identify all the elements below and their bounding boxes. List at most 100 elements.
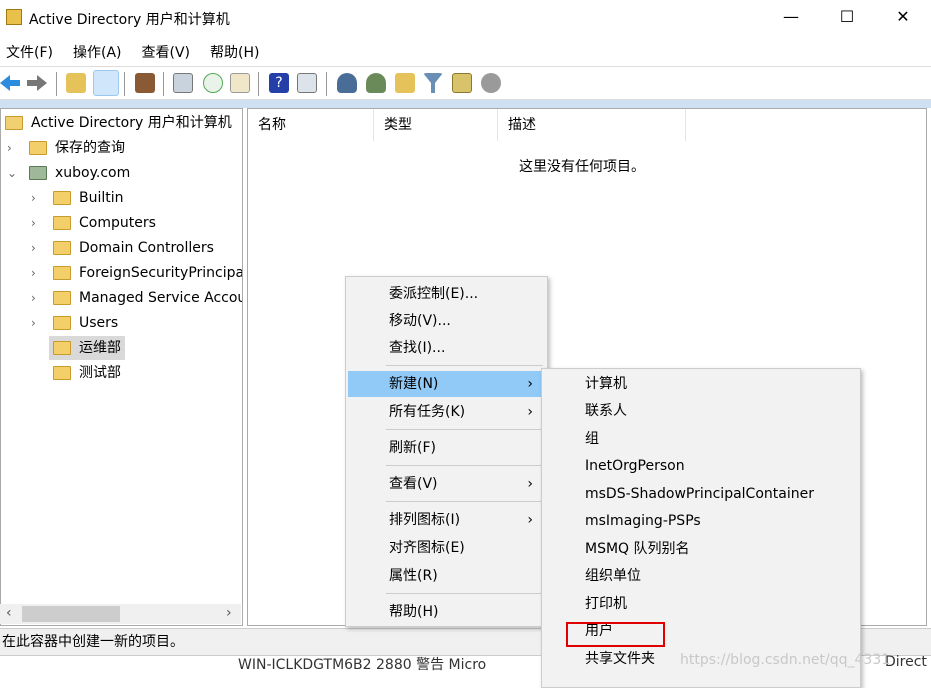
menu-item-properties[interactable]: 属性(R) — [348, 563, 545, 589]
submenu-item-contact[interactable]: 联系人 — [544, 398, 858, 425]
ou-folder-icon — [53, 341, 71, 355]
menu-separator — [386, 429, 543, 430]
window-title: Active Directory 用户和计算机 — [29, 12, 230, 28]
submenu-item-inetorgperson[interactable]: InetOrgPerson — [544, 453, 858, 480]
forward-icon[interactable] — [27, 75, 47, 91]
submenu-item-msimaging-psps[interactable]: msImaging-PSPs — [544, 508, 858, 535]
console-tree: Active Directory 用户和计算机 › 保存的查询 ⌄ xuboy.co… — [0, 108, 243, 626]
find-icon[interactable] — [452, 73, 472, 93]
toolbar: ? — [0, 66, 931, 100]
submenu-item-organizational-unit[interactable]: 组织单位 — [544, 563, 858, 590]
folder-icon — [53, 266, 71, 280]
menu-item-new[interactable]: 新建(N) › — [348, 371, 545, 397]
minimize-button[interactable]: — — [768, 0, 814, 34]
ad-icon — [5, 116, 23, 130]
menu-item-view[interactable]: 查看(V) › — [348, 471, 545, 497]
watermark: https://blog.csdn.net/qq_4331 — [680, 652, 891, 668]
menu-item-line-up-icons[interactable]: 对齐图标(E) — [348, 535, 545, 561]
tree-item-saved-queries[interactable]: › 保存的查询 — [7, 136, 125, 160]
scroll-left-icon[interactable]: ‹ — [6, 605, 12, 621]
column-header-name[interactable]: 名称 — [248, 109, 374, 141]
tree-label: 运维部 — [79, 340, 121, 356]
menu-item-arrange-icons[interactable]: 排列图标(I) › — [348, 507, 545, 533]
tree-item-users[interactable]: › Users — [31, 311, 118, 335]
tree-item-foreign-security-principals[interactable]: › ForeignSecurityPrincipals — [31, 261, 243, 285]
menu-item-refresh[interactable]: 刷新(F) — [348, 435, 545, 461]
action-pane-icon[interactable] — [297, 73, 317, 93]
submenu-item-msds-shadowprincipalcontainer[interactable]: msDS-ShadowPrincipalContainer — [544, 481, 858, 508]
menu-view[interactable]: 查看(V) — [136, 38, 197, 62]
horizontal-scrollbar[interactable]: ‹ › — [0, 604, 241, 624]
tree-item-test-dept[interactable]: 测试部 — [49, 361, 121, 385]
tree-item-domain-controllers[interactable]: › Domain Controllers — [31, 236, 214, 260]
background-text-right: Direct — [885, 654, 927, 670]
scroll-right-icon[interactable]: › — [226, 605, 232, 621]
chevron-right-icon: › — [527, 376, 533, 392]
submenu-item-msmq-queue-alias[interactable]: MSMQ 队列别名 — [544, 536, 858, 563]
column-header-description[interactable]: 描述 — [498, 109, 686, 141]
tree-root-label: Active Directory 用户和计算机 — [31, 115, 232, 131]
chevron-right-icon: › — [527, 476, 533, 492]
folder-icon — [53, 291, 71, 305]
folder-icon — [29, 141, 47, 155]
column-header-type[interactable]: 类型 — [374, 109, 498, 141]
delegate-icon[interactable] — [481, 73, 501, 93]
chevron-down-icon[interactable]: ⌄ — [7, 161, 19, 185]
toolbar-separator — [258, 72, 259, 96]
menu-action[interactable]: 操作(A) — [67, 38, 128, 62]
clipboard-icon[interactable] — [135, 73, 155, 93]
new-ou-icon[interactable] — [395, 73, 415, 93]
refresh-icon[interactable] — [203, 73, 223, 93]
tree-label: xuboy.com — [55, 165, 131, 181]
export-list-icon[interactable] — [230, 73, 250, 93]
new-user-icon[interactable] — [337, 73, 357, 93]
menu-file[interactable]: 文件(F) — [0, 38, 59, 62]
toolbar-separator — [163, 72, 164, 96]
tree-label: Builtin — [79, 190, 124, 206]
tree-item-ops-dept[interactable]: 运维部 — [49, 336, 125, 360]
tree-item-computers[interactable]: › Computers — [31, 211, 156, 235]
tree-root[interactable]: Active Directory 用户和计算机 — [5, 111, 232, 135]
properties-icon[interactable] — [173, 73, 193, 93]
menu-item-help[interactable]: 帮助(H) — [348, 599, 545, 625]
menu-item-label: 新建(N) — [389, 376, 439, 392]
new-group-icon[interactable] — [366, 73, 386, 93]
submenu-item-printer[interactable]: 打印机 — [544, 591, 858, 618]
highlight-callout-box — [566, 622, 665, 647]
menu-separator — [386, 593, 543, 594]
toolbar-separator — [56, 72, 57, 96]
folder-icon — [53, 216, 71, 230]
up-folder-icon[interactable] — [66, 73, 86, 93]
menu-separator — [386, 501, 543, 502]
tree-label: 保存的查询 — [55, 140, 125, 156]
show-hide-tree-icon[interactable] — [93, 70, 119, 96]
tree-item-builtin[interactable]: › Builtin — [31, 186, 124, 210]
chevron-right-icon: › — [527, 404, 533, 420]
back-icon[interactable] — [0, 75, 20, 91]
tree-label: ForeignSecurityPrincipals — [79, 265, 243, 281]
folder-icon — [53, 191, 71, 205]
maximize-button[interactable]: ☐ — [824, 0, 870, 34]
tree-label: Managed Service Accounts — [79, 290, 242, 306]
toolbar-separator — [326, 72, 327, 96]
tree-label: Users — [79, 315, 119, 331]
menu-bar: 文件(F) 操作(A) 查看(V) 帮助(H) — [0, 38, 931, 64]
context-menu: 委派控制(E)... 移动(V)... 查找(I)... 新建(N) › 所有任务… — [345, 276, 548, 627]
menu-item-move[interactable]: 移动(V)... — [348, 308, 545, 334]
tree-item-domain[interactable]: ⌄ xuboy.com — [7, 161, 130, 185]
tree-item-managed-service-accounts[interactable]: ›Managed Service Accounts — [31, 286, 242, 310]
close-button[interactable]: ✕ — [880, 0, 926, 34]
chevron-right-icon[interactable]: › — [7, 136, 19, 160]
scrollbar-thumb[interactable] — [22, 606, 120, 622]
filter-icon[interactable] — [423, 73, 443, 93]
ou-folder-icon — [53, 366, 71, 380]
help-icon[interactable]: ? — [269, 73, 289, 93]
menu-help[interactable]: 帮助(H) — [204, 38, 265, 62]
app-icon — [6, 9, 22, 25]
menu-item-find[interactable]: 查找(I)... — [348, 335, 545, 361]
menu-item-all-tasks[interactable]: 所有任务(K) › — [348, 399, 545, 425]
submenu-item-group[interactable]: 组 — [544, 426, 858, 453]
tree-label: Domain Controllers — [79, 240, 214, 256]
menu-item-delegate-control[interactable]: 委派控制(E)... — [348, 281, 545, 307]
submenu-item-computer[interactable]: 计算机 — [544, 371, 858, 398]
